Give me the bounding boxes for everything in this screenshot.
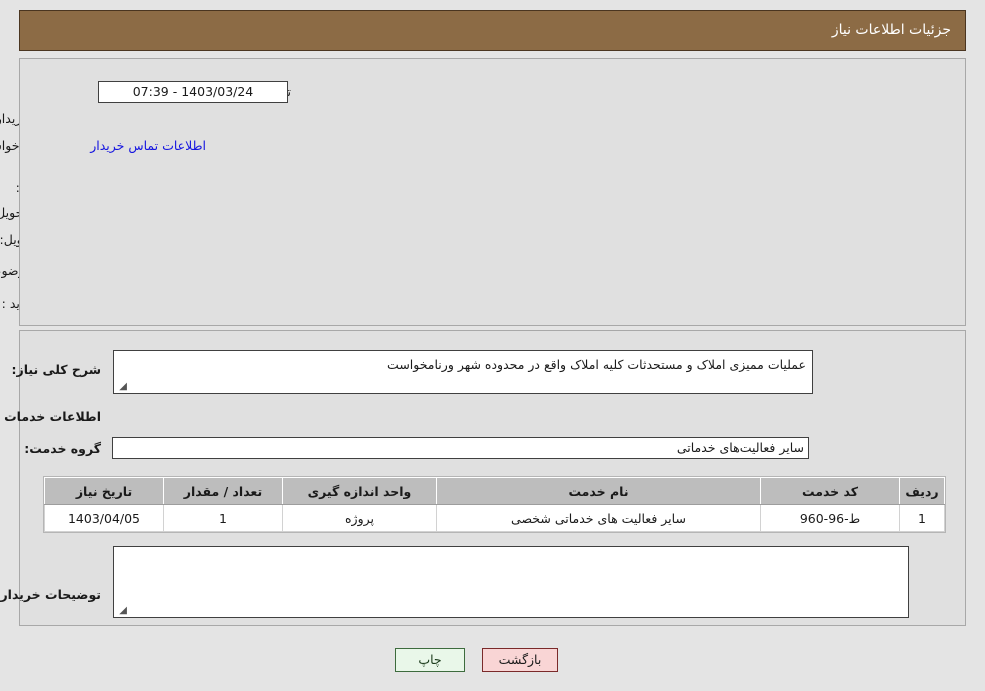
cell-need-date: 1403/04/05: [44, 504, 164, 532]
cell-service-name: سایر فعالیت های خدماتی شخصی: [436, 504, 761, 532]
col-quantity: تعداد / مقدار: [163, 477, 283, 505]
cell-service-code: ط-96-960: [760, 504, 900, 532]
resize-grip-icon[interactable]: ◢: [117, 382, 127, 392]
col-unit: واحد اندازه گیری: [282, 477, 437, 505]
table-header-row: ردیف کد خدمت نام خدمت واحد اندازه گیری ت…: [44, 477, 945, 505]
cell-quantity: 1: [163, 504, 283, 532]
buyer-notes-label: توضیحات خریدار:: [0, 587, 101, 602]
cell-row-no: 1: [899, 504, 945, 532]
col-service-code: کد خدمت: [760, 477, 900, 505]
page-header-bar: جزئیات اطلاعات نیاز: [19, 10, 966, 51]
need-details-page: AriaTender.net جزئیات اطلاعات نیاز شماره…: [0, 0, 985, 691]
col-row-no: ردیف: [899, 477, 945, 505]
buyer-contact-link[interactable]: اطلاعات تماس خریدار: [90, 138, 206, 153]
service-group-label: گروه خدمت:: [24, 441, 101, 456]
col-need-date: تاریخ نیاز: [44, 477, 164, 505]
buyer-notes-textarea[interactable]: ◢: [113, 546, 909, 618]
col-service-name: نام خدمت: [436, 477, 761, 505]
back-button[interactable]: بازگشت: [482, 648, 558, 672]
page-title: جزئیات اطلاعات نیاز: [831, 22, 951, 38]
service-group-value[interactable]: سایر فعالیت‌های خدماتی: [112, 437, 809, 459]
print-button[interactable]: چاپ: [395, 648, 465, 672]
resize-grip-icon-notes[interactable]: ◢: [117, 606, 127, 616]
need-description-value: عملیات ممیزی املاک و مستحدثات کلیه املاک…: [387, 357, 806, 372]
cell-unit: پروژه: [282, 504, 437, 532]
need-description-textarea[interactable]: عملیات ممیزی املاک و مستحدثات کلیه املاک…: [113, 350, 813, 394]
services-section-title: اطلاعات خدمات مورد نیاز: [0, 409, 101, 424]
services-table: ردیف کد خدمت نام خدمت واحد اندازه گیری ت…: [43, 476, 946, 533]
public-announce-value[interactable]: 1403/03/24 - 07:39: [98, 81, 288, 103]
table-row[interactable]: 1 ط-96-960 سایر فعالیت های خدماتی شخصی پ…: [44, 504, 945, 532]
need-description-label: شرح کلی نیاز:: [11, 362, 101, 377]
